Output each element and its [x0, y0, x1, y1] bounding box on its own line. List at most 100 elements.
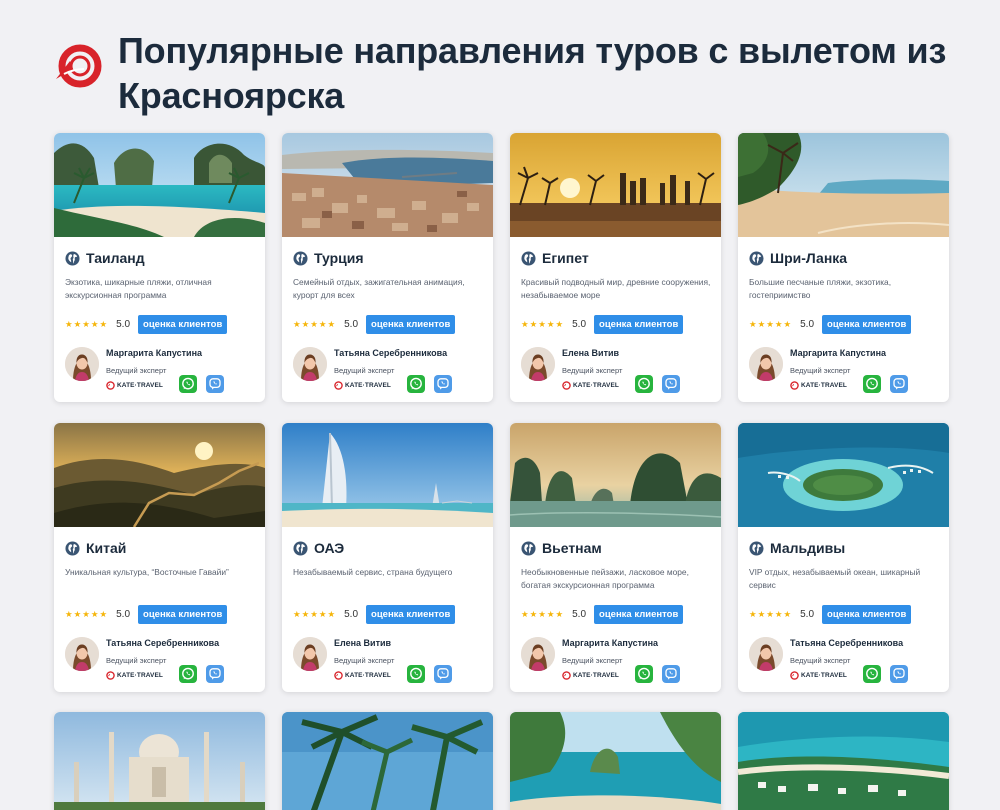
destination-card-dominican[interactable]	[282, 712, 493, 810]
country-name[interactable]: Мальдивы	[770, 540, 845, 556]
whatsapp-icon[interactable]	[179, 375, 197, 393]
rating-score: 5.0	[800, 319, 815, 330]
destination-card-uae[interactable]: ОАЭ Незабываемый сервис, страна будущего…	[282, 423, 493, 692]
reviews-badge[interactable]: оценка клиентов	[366, 315, 456, 334]
destination-card-indonesia[interactable]	[510, 712, 721, 810]
expert-role: Ведущий эксперт	[334, 366, 395, 375]
destination-photo	[282, 712, 493, 810]
rating-score: 5.0	[344, 319, 359, 330]
destination-description: Красивый подводный мир, древние сооружен…	[521, 277, 711, 300]
kate-travel-logo-icon	[334, 671, 343, 680]
reviews-badge[interactable]: оценка клиентов	[366, 605, 456, 624]
whatsapp-icon[interactable]	[407, 665, 425, 683]
viber-icon[interactable]	[206, 665, 224, 683]
avatar	[749, 637, 783, 671]
destination-description: Необыкновенные пейзажи, ласковое море, б…	[521, 567, 689, 590]
whatsapp-icon[interactable]	[635, 665, 653, 683]
kate-travel-logo-icon	[106, 671, 115, 680]
destination-card-vietnam[interactable]: Вьетнам Необыкновенные пейзажи, ласковое…	[510, 423, 721, 692]
expert-role: Ведущий эксперт	[106, 366, 167, 375]
brand-text: KATE·TRAVEL	[573, 381, 619, 389]
expert-block: Маргарита Капустина Ведущий эксперт KATE…	[521, 637, 716, 687]
brand-label: KATE·TRAVEL	[106, 380, 163, 390]
rating-stars: ★★★★★	[521, 319, 565, 329]
expert-block: Маргарита Капустина Ведущий эксперт KATE…	[749, 347, 944, 397]
rating-row: ★★★★★ 5.0 оценка клиентов	[293, 315, 456, 334]
country-title[interactable]: Мальдивы	[749, 538, 845, 558]
brand-text: KATE·TRAVEL	[345, 381, 391, 389]
expert-name: Татьяна Серебренникова	[334, 348, 448, 358]
globe-icon	[293, 541, 308, 556]
destination-card-mexico[interactable]	[738, 712, 949, 810]
globe-icon	[749, 251, 764, 266]
avatar	[293, 637, 327, 671]
whatsapp-icon[interactable]	[863, 665, 881, 683]
country-name[interactable]: Египет	[542, 250, 589, 266]
reviews-badge[interactable]: оценка клиентов	[822, 315, 912, 334]
viber-icon[interactable]	[662, 375, 680, 393]
avatar	[65, 637, 99, 671]
reviews-badge[interactable]: оценка клиентов	[822, 605, 912, 624]
expert-block: Елена Витив Ведущий эксперт KATE·TRAVEL	[293, 637, 488, 687]
destination-card-india[interactable]	[54, 712, 265, 810]
reviews-badge[interactable]: оценка клиентов	[138, 315, 228, 334]
country-name[interactable]: Шри-Ланка	[770, 250, 847, 266]
globe-icon	[521, 251, 536, 266]
whatsapp-icon[interactable]	[407, 375, 425, 393]
viber-icon[interactable]	[662, 665, 680, 683]
country-name[interactable]: ОАЭ	[314, 540, 344, 556]
avatar	[749, 347, 783, 381]
country-title[interactable]: Турция	[293, 248, 364, 268]
brand-label: KATE·TRAVEL	[562, 380, 619, 390]
kate-travel-logo-icon	[334, 381, 343, 390]
viber-icon[interactable]	[890, 375, 908, 393]
kate-travel-logo-icon	[562, 381, 571, 390]
destination-photo	[282, 423, 493, 527]
destination-card-egypt[interactable]: Египет Красивый подводный мир, древние с…	[510, 133, 721, 402]
expert-name: Маргарита Капустина	[562, 638, 659, 648]
viber-icon[interactable]	[434, 665, 452, 683]
expert-name: Елена Витив	[562, 348, 620, 358]
whatsapp-icon[interactable]	[635, 375, 653, 393]
destination-card-china[interactable]: Китай Уникальная культура, “Восточные Га…	[54, 423, 265, 692]
country-title[interactable]: Шри-Ланка	[749, 248, 847, 268]
viber-icon[interactable]	[206, 375, 224, 393]
expert-name: Татьяна Серебренникова	[790, 638, 904, 648]
country-title[interactable]: Вьетнам	[521, 538, 602, 558]
country-name[interactable]: Турция	[314, 250, 364, 266]
expert-name: Елена Витив	[334, 638, 392, 648]
country-title[interactable]: Египет	[521, 248, 589, 268]
rating-score: 5.0	[572, 609, 587, 620]
country-title[interactable]: Таиланд	[65, 248, 145, 268]
brand-label: KATE·TRAVEL	[790, 380, 847, 390]
rating-stars: ★★★★★	[293, 319, 337, 329]
destination-card-maldives[interactable]: Мальдивы VIP отдых, незабываемый океан, …	[738, 423, 949, 692]
destination-card-thailand[interactable]: Таиланд Экзотика, шикарные пляжи, отличн…	[54, 133, 265, 402]
country-title[interactable]: Китай	[65, 538, 126, 558]
reviews-badge[interactable]: оценка клиентов	[138, 605, 228, 624]
destination-photo	[54, 133, 265, 237]
country-name[interactable]: Вьетнам	[542, 540, 602, 556]
viber-icon[interactable]	[434, 375, 452, 393]
brand-label: KATE·TRAVEL	[790, 670, 847, 680]
whatsapp-icon[interactable]	[863, 375, 881, 393]
rating-row: ★★★★★ 5.0 оценка клиентов	[293, 605, 456, 624]
destination-description: Экзотика, шикарные пляжи, отличная экску…	[65, 277, 212, 300]
whatsapp-icon[interactable]	[179, 665, 197, 683]
avatar	[293, 347, 327, 381]
destination-photo	[54, 423, 265, 527]
destination-description: Большие песчаные пляжи, экзотика, гостеп…	[749, 277, 892, 300]
expert-block: Елена Витив Ведущий эксперт KATE·TRAVEL	[521, 347, 716, 397]
rating-score: 5.0	[344, 609, 359, 620]
reviews-badge[interactable]: оценка клиентов	[594, 315, 684, 334]
country-title[interactable]: ОАЭ	[293, 538, 344, 558]
rating-row: ★★★★★ 5.0 оценка клиентов	[65, 605, 228, 624]
destination-card-turkey[interactable]: Турция Семейный отдых, зажигательная ани…	[282, 133, 493, 402]
destination-card-sri-lanka[interactable]: Шри-Ланка Большие песчаные пляжи, экзоти…	[738, 133, 949, 402]
country-name[interactable]: Таиланд	[86, 250, 145, 266]
viber-icon[interactable]	[890, 665, 908, 683]
rating-score: 5.0	[116, 319, 131, 330]
country-name[interactable]: Китай	[86, 540, 126, 556]
reviews-badge[interactable]: оценка клиентов	[594, 605, 684, 624]
kate-travel-logo-icon[interactable]	[54, 41, 104, 91]
